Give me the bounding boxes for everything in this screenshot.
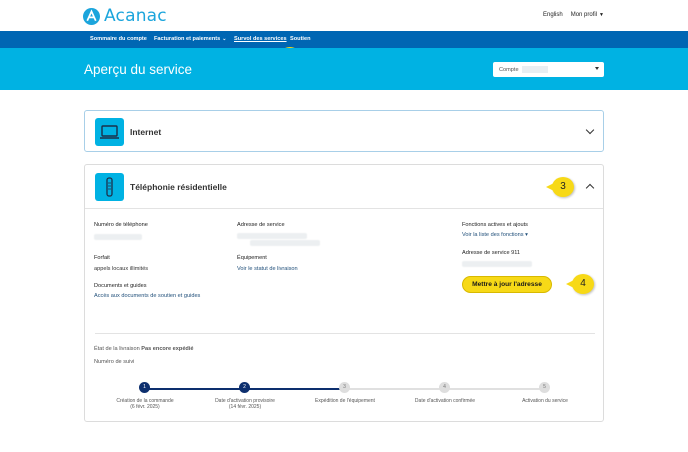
chevron-up-icon[interactable]	[585, 183, 595, 193]
features-link[interactable]: Voir la liste des fonctions ▾	[462, 232, 528, 238]
step-1: 1	[139, 382, 150, 393]
tracking-label: Numéro de suivi	[94, 359, 135, 365]
profile-label: Mon profil	[570, 12, 598, 18]
page-title: Aperçu du service	[84, 62, 193, 77]
address-911-label: Adresse de service 911	[462, 250, 521, 256]
phone-number-label: Numéro de téléphone	[94, 222, 148, 228]
step-4: 4	[439, 382, 450, 393]
features-label: Fonctions actives et ajouts	[462, 222, 528, 228]
card-divider	[85, 208, 603, 209]
address-911-redacted	[462, 261, 532, 267]
nav-account-summary[interactable]: Sommaire du compte	[90, 36, 147, 42]
nav-services-overview[interactable]: Survol des services	[234, 36, 287, 42]
step-5-label: Activation du service	[522, 398, 568, 404]
chevron-down-icon: ⌄	[222, 36, 227, 42]
step-2-label: Date d'activation provisoire (14 févr. 20…	[205, 398, 285, 410]
main-nav: Sommaire du compte Facturation et paieme…	[0, 31, 688, 48]
equipment-label: Équipement	[237, 255, 267, 261]
caret-down-icon: ▾	[525, 232, 528, 238]
internet-title: Internet	[130, 127, 162, 137]
account-select[interactable]: Compte	[493, 62, 604, 77]
update-address-button[interactable]: Mettre à jour l'adresse	[462, 276, 552, 293]
step-1-date: (6 févr. 2025)	[130, 404, 160, 410]
features-link-label: Voir la liste des fonctions	[462, 232, 524, 238]
docs-link[interactable]: Accès aux documents de soutien et guides	[94, 293, 200, 299]
delivery-status-label: État de la livraison	[94, 346, 140, 352]
acanac-logo-icon	[83, 7, 100, 25]
delivery-status: État de la livraison Pas encore expédié	[94, 346, 194, 352]
brand-name: Acanac	[104, 6, 167, 26]
language-link[interactable]: English	[543, 12, 563, 18]
nav-billing[interactable]: Facturation et paiements ⌄	[154, 36, 226, 42]
step-2-date: (14 févr. 2025)	[228, 404, 262, 410]
step-5: 5	[539, 382, 550, 393]
service-address-redacted	[237, 233, 307, 239]
plan-label: Forfait	[94, 255, 110, 261]
service-address-redacted-2	[250, 240, 320, 246]
internet-card[interactable]: Internet	[84, 110, 604, 152]
step-2: 2	[239, 382, 250, 393]
home-phone-title: Téléphonie résidentielle	[130, 182, 227, 192]
account-select-label: Compte	[499, 66, 519, 73]
phone-handset-icon	[95, 173, 124, 201]
chevron-down-icon	[595, 67, 599, 70]
chevron-down-icon: ▼	[599, 12, 604, 18]
chevron-down-icon[interactable]	[585, 125, 595, 135]
nav-support[interactable]: Soutien	[290, 36, 311, 42]
step-4-label: Date d'activation confirmée	[414, 398, 476, 404]
step-3: 3	[339, 382, 350, 393]
brand-logo[interactable]: Acanac	[83, 6, 167, 26]
account-number-redacted	[522, 66, 549, 73]
equipment-link[interactable]: Voir le statut de livraison	[237, 266, 298, 272]
step-1-label: Création de la commande (6 févr. 2025)	[105, 398, 185, 410]
service-address-label: Adresse de service	[237, 222, 285, 228]
callout-4: 4	[566, 274, 594, 294]
plan-value: appels locaux illimités	[94, 266, 149, 272]
nav-billing-label: Facturation et paiements	[154, 36, 221, 42]
profile-menu[interactable]: Mon profil ▼	[571, 12, 604, 18]
delivery-status-value: Pas encore expédié	[141, 346, 194, 352]
home-phone-card: Téléphonie résidentielle Numéro de télép…	[84, 164, 604, 422]
phone-number-redacted	[94, 234, 142, 240]
top-bar: Acanac English Mon profil ▼	[0, 0, 688, 31]
callout-3: 3	[546, 177, 574, 197]
step-3-label: Expédition de l'équipement	[315, 398, 375, 404]
laptop-icon	[95, 118, 124, 146]
section-divider	[95, 333, 595, 334]
docs-label: Documents et guides	[94, 283, 147, 289]
